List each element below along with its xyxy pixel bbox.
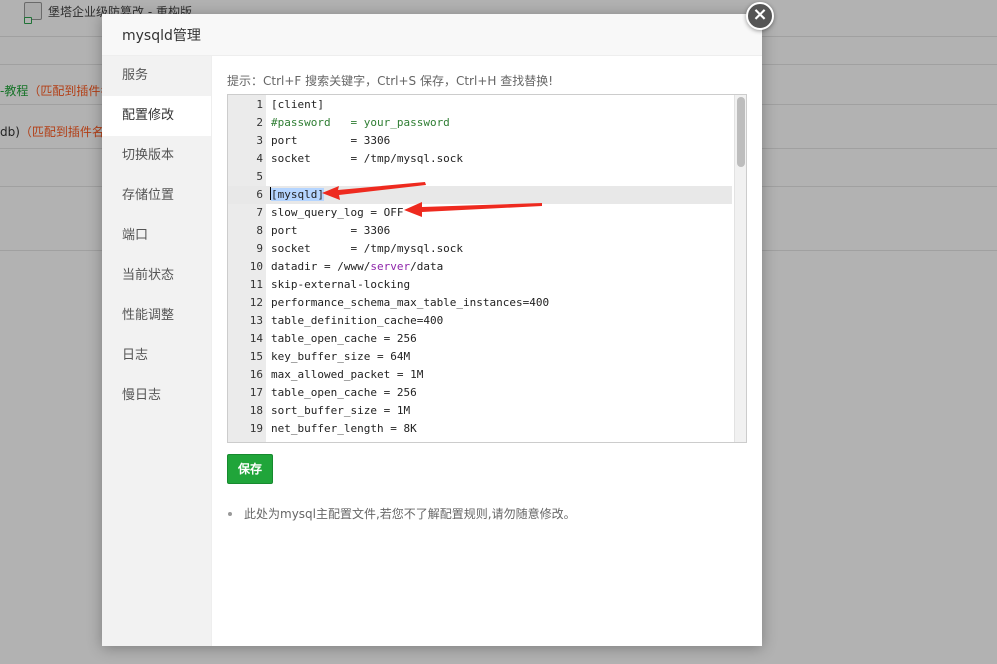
scrollbar-thumb[interactable]: [737, 97, 745, 167]
code-text: datadir = /www/server/data: [271, 260, 444, 273]
code-text: read_buffer_size = 1M: [271, 438, 410, 442]
code-line[interactable]: 10 datadir = /www/server/data: [228, 258, 732, 276]
line-number: 7: [256, 206, 263, 219]
code-text: port = 3306: [271, 224, 391, 237]
line-number: 16: [249, 368, 263, 381]
code-line[interactable]: 1 [client]: [228, 96, 732, 114]
mysqld-manager-dialog: mysqld管理 服务 配置修改 切换版本 存储位置 端口 当前状态 性能调整 日志 慢日志 提…: [102, 14, 762, 646]
code-line[interactable]: 18 sort_buffer_size = 1M: [228, 402, 732, 420]
line-number: 5: [256, 170, 263, 183]
code-line[interactable]: 13 table_definition_cache=400: [228, 312, 732, 330]
code-text: port = 3306: [271, 134, 391, 147]
code-line[interactable]: 15 key_buffer_size = 64M: [228, 348, 732, 366]
bullet-icon: [228, 511, 232, 516]
sidebar-item[interactable]: 存储位置: [102, 176, 211, 216]
code-text: net_buffer_length = 8K: [271, 422, 417, 435]
code-line[interactable]: 20 read_buffer_size = 1M: [228, 438, 732, 442]
code-line[interactable]: 2 #password = your_password: [228, 114, 732, 132]
save-button[interactable]: 保存: [227, 454, 273, 484]
sidebar-item[interactable]: 切换版本: [102, 136, 211, 176]
config-note-text: 此处为mysql主配置文件,若您不了解配置规则,请勿随意修改。: [244, 507, 576, 521]
line-number: 15: [249, 350, 263, 363]
code-line[interactable]: 17 table_open_cache = 256: [228, 384, 732, 402]
code-line[interactable]: 16 max_allowed_packet = 1M: [228, 366, 732, 384]
sidebar-item[interactable]: 性能调整: [102, 296, 211, 336]
line-number: 18: [249, 404, 263, 417]
code-text: table_open_cache = 256: [271, 386, 417, 399]
line-number: 19: [249, 422, 263, 435]
sidebar-item[interactable]: 配置修改: [102, 96, 211, 136]
code-line[interactable]: 4 socket = /tmp/mysql.sock: [228, 150, 732, 168]
editor-lines[interactable]: 1 [client] 2 #password = your_password 3 port…: [228, 95, 732, 442]
code-text: [mysqld]: [270, 187, 324, 201]
code-line[interactable]: 14 table_open_cache = 256: [228, 330, 732, 348]
sidebar-item[interactable]: 日志: [102, 336, 211, 376]
code-text: max_allowed_packet = 1M: [271, 368, 424, 381]
code-line[interactable]: 12 performance_schema_max_table_instances…: [228, 294, 732, 312]
line-number: 4: [256, 152, 263, 165]
dialog-body: 服务 配置修改 切换版本 存储位置 端口 当前状态 性能调整 日志 慢日志 提示：Ctrl+F …: [102, 56, 762, 646]
sidebar-item[interactable]: 慢日志: [102, 376, 211, 416]
sidebar-item[interactable]: 服务: [102, 56, 211, 96]
line-number: 2: [256, 116, 263, 129]
line-number: 17: [249, 386, 263, 399]
sidebar-menu: 服务 配置修改 切换版本 存储位置 端口 当前状态 性能调整 日志 慢日志: [102, 56, 212, 646]
shortcut-hint: 提示：Ctrl+F 搜索关键字，Ctrl+S 保存，Ctrl+H 查找替换!: [227, 74, 554, 88]
config-editor[interactable]: 1 [client] 2 #password = your_password 3 port…: [227, 94, 747, 443]
dialog-title: mysqld管理: [122, 27, 201, 44]
line-number: 14: [249, 332, 263, 345]
code-line[interactable]: 11 skip-external-locking: [228, 276, 732, 294]
code-text: socket = /tmp/mysql.sock: [271, 242, 464, 255]
editor-scrollbar[interactable]: [734, 95, 746, 442]
config-panel: 提示：Ctrl+F 搜索关键字，Ctrl+S 保存，Ctrl+H 查找替换! 1…: [227, 56, 747, 646]
line-number: 6: [256, 188, 263, 201]
line-number: 13: [249, 314, 263, 327]
line-number: 12: [249, 296, 263, 309]
line-number: 10: [249, 260, 263, 273]
line-number: 3: [256, 134, 263, 147]
code-line[interactable]: 5: [228, 168, 732, 186]
line-number: 9: [256, 242, 263, 255]
line-number: 1: [256, 98, 263, 111]
sidebar-item[interactable]: 端口: [102, 216, 211, 256]
code-line[interactable]: 6 [mysqld]: [228, 186, 732, 204]
close-icon[interactable]: ×: [746, 2, 774, 30]
line-number: 11: [249, 278, 263, 291]
line-number: 20: [228, 438, 263, 442]
code-line[interactable]: 3 port = 3306: [228, 132, 732, 150]
code-text: sort_buffer_size = 1M: [271, 404, 411, 417]
code-text: [client]: [271, 98, 324, 111]
code-text: table_open_cache = 256: [271, 332, 417, 345]
config-note: 此处为mysql主配置文件,若您不了解配置规则,请勿随意修改。: [227, 505, 576, 522]
code-line[interactable]: 9 socket = /tmp/mysql.sock: [228, 240, 732, 258]
code-text: skip-external-locking: [271, 278, 411, 291]
code-text: key_buffer_size = 64M: [271, 350, 411, 363]
code-line[interactable]: 7 slow_query_log = OFF: [228, 204, 732, 222]
sidebar-item[interactable]: 当前状态: [102, 256, 211, 296]
code-text: #password = your_password: [271, 116, 450, 129]
code-text: performance_schema_max_table_instances=4…: [271, 296, 550, 309]
code-line[interactable]: 8 port = 3306: [228, 222, 732, 240]
dialog-header: mysqld管理: [102, 14, 762, 56]
code-text: socket = /tmp/mysql.sock: [271, 152, 464, 165]
code-line[interactable]: 19 net_buffer_length = 8K: [228, 420, 732, 438]
code-text: slow_query_log = OFF: [271, 206, 404, 219]
line-number: 8: [256, 224, 263, 237]
code-text: table_definition_cache=400: [271, 314, 444, 327]
